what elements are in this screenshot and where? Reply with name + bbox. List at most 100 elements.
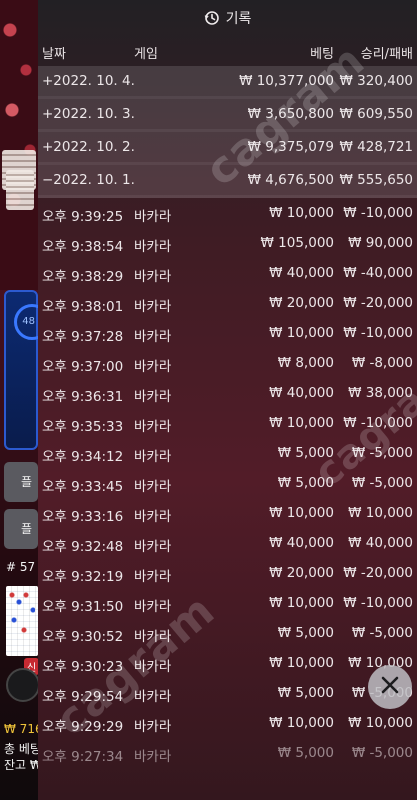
day-result: ₩ 428,721 [339,139,413,155]
clock-history-icon [204,10,220,26]
record-time: 오후 9:34:12 [42,449,124,465]
record-bet: ₩ 40,000 [269,265,334,281]
player-pair-button[interactable]: 플 [4,509,38,549]
record-game: 바카라 [134,299,172,315]
day-summary-row[interactable]: +2022. 10. 3. ₩ 3,650,800 ₩ 609,550 [38,99,417,132]
history-title: 기록 [225,11,252,27]
record-game: 바카라 [134,599,172,615]
record-bet: ₩ 5,000 [277,445,334,461]
record-time: 오후 9:31:50 [42,599,124,615]
day-summary-row[interactable]: −2022. 10. 1. ₩ 4,676,500 ₩ 555,650 [38,165,417,198]
record-row: 오후 9:38:29 바카라 ₩ 40,000 ₩ -40,000 [38,258,417,288]
record-time: 오후 9:30:23 [42,659,124,675]
record-time: 오후 9:29:54 [42,689,124,705]
record-result: ₩ -10,000 [343,325,413,341]
record-result: ₩ 38,000 [348,385,413,401]
record-time: 오후 9:38:01 [42,299,124,315]
record-row: 오후 9:37:28 바카라 ₩ 10,000 ₩ -10,000 [38,318,417,348]
history-list: +2022. 10. 4. ₩ 10,377,000 ₩ 320,400 +20… [38,66,417,768]
record-row: 오후 9:36:31 바카라 ₩ 40,000 ₩ 38,000 [38,378,417,408]
history-header: 기록 [38,0,417,36]
column-bet: 베팅 [310,47,334,62]
record-time: 오후 9:35:33 [42,419,124,435]
record-time: 오후 9:32:48 [42,539,124,555]
record-time: 오후 9:36:31 [42,389,124,405]
record-row: 오후 9:27:34 바카라 ₩ 5,000 ₩ -5,000 [38,738,417,768]
day-summary-row[interactable]: +2022. 10. 2. ₩ 9,375,079 ₩ 428,721 [38,132,417,165]
record-result: ₩ -10,000 [343,205,413,221]
record-bet: ₩ 10,000 [269,205,334,221]
record-game: 바카라 [134,719,172,735]
record-bet: ₩ 5,000 [277,745,334,761]
record-result: ₩ -40,000 [343,265,413,281]
record-row: 오후 9:33:45 바카라 ₩ 5,000 ₩ -5,000 [38,468,417,498]
record-bet: ₩ 8,000 [277,355,334,371]
record-game: 바카라 [134,689,172,705]
record-time: 오후 9:33:45 [42,479,124,495]
player-bet-button[interactable]: 플 [4,462,38,502]
record-game: 바카라 [134,239,172,255]
record-time: 오후 9:27:34 [42,749,124,765]
record-time: 오후 9:38:54 [42,239,124,255]
day-date: +2022. 10. 3. [42,106,135,122]
record-bet: ₩ 10,000 [269,505,334,521]
record-game: 바카라 [134,479,172,495]
record-row: 오후 9:34:12 바카라 ₩ 5,000 ₩ -5,000 [38,438,417,468]
record-bet: ₩ 10,000 [269,715,334,731]
column-headers: 날짜 게임 베팅 승리/패배 [38,36,417,66]
record-result: ₩ -10,000 [343,595,413,611]
record-result: ₩ -5,000 [351,445,413,461]
record-row: 오후 9:32:19 바카라 ₩ 20,000 ₩ -20,000 [38,558,417,588]
day-result: ₩ 320,400 [339,73,413,89]
record-row: 오후 9:31:50 바카라 ₩ 10,000 ₩ -10,000 [38,588,417,618]
record-row: 오후 9:32:48 바카라 ₩ 40,000 ₩ 40,000 [38,528,417,558]
record-row: 오후 9:38:01 바카라 ₩ 20,000 ₩ -20,000 [38,288,417,318]
day-date: +2022. 10. 2. [42,139,135,155]
record-game: 바카라 [134,209,172,225]
record-time: 오후 9:32:19 [42,569,124,585]
cherry-blossom-decoration [0,0,40,290]
record-bet: ₩ 10,000 [269,595,334,611]
balance-amount: ₩ 716 [4,722,43,736]
record-game: 바카라 [134,659,172,675]
record-game: 바카라 [134,629,172,645]
round-number: # 57 [6,560,36,574]
chip-selector-button[interactable] [6,668,40,702]
record-row: 오후 9:33:16 바카라 ₩ 10,000 ₩ 10,000 [38,498,417,528]
record-game: 바카라 [134,539,172,555]
record-time: 오후 9:37:28 [42,329,124,345]
record-result: ₩ 40,000 [348,535,413,551]
day-bet: ₩ 10,377,000 [239,73,334,89]
record-time: 오후 9:39:25 [42,209,124,225]
record-result: ₩ -20,000 [343,565,413,581]
close-button[interactable] [368,665,412,709]
chip-stack-decoration [6,170,34,210]
record-bet: ₩ 40,000 [269,535,334,551]
column-game: 게임 [134,47,158,62]
record-bet: ₩ 10,000 [269,325,334,341]
record-bet: ₩ 105,000 [260,235,334,251]
record-result: ₩ 10,000 [348,505,413,521]
day-summary-row[interactable]: +2022. 10. 4. ₩ 10,377,000 ₩ 320,400 [38,66,417,99]
record-row: 오후 9:38:54 바카라 ₩ 105,000 ₩ 90,000 [38,228,417,258]
record-row: 오후 9:37:00 바카라 ₩ 8,000 ₩ -8,000 [38,348,417,378]
record-bet: ₩ 20,000 [269,295,334,311]
record-game: 바카라 [134,269,172,285]
record-row: 오후 9:30:52 바카라 ₩ 5,000 ₩ -5,000 [38,618,417,648]
record-row: 오후 9:30:23 바카라 ₩ 10,000 ₩ 10,000 [38,648,417,678]
record-bet: ₩ 10,000 [269,415,334,431]
record-time: 오후 9:33:16 [42,509,124,525]
record-time: 오후 9:37:00 [42,359,124,375]
record-bet: ₩ 5,000 [277,475,334,491]
record-bet: ₩ 40,000 [269,385,334,401]
day-result: ₩ 555,650 [339,172,413,188]
record-row: 오후 9:29:29 바카라 ₩ 10,000 ₩ 10,000 [38,708,417,738]
record-game: 바카라 [134,749,172,765]
record-row: 오후 9:29:54바카라₩ 5,000₩ -5,000 [38,678,417,708]
record-bet: ₩ 5,000 [277,625,334,641]
record-result: ₩ 10,000 [348,715,413,731]
record-bet: ₩ 20,000 [269,565,334,581]
record-row: 오후 9:35:33 바카라 ₩ 10,000 ₩ -10,000 [38,408,417,438]
record-bet: ₩ 5,000 [277,685,334,701]
day-result: ₩ 609,550 [339,106,413,122]
